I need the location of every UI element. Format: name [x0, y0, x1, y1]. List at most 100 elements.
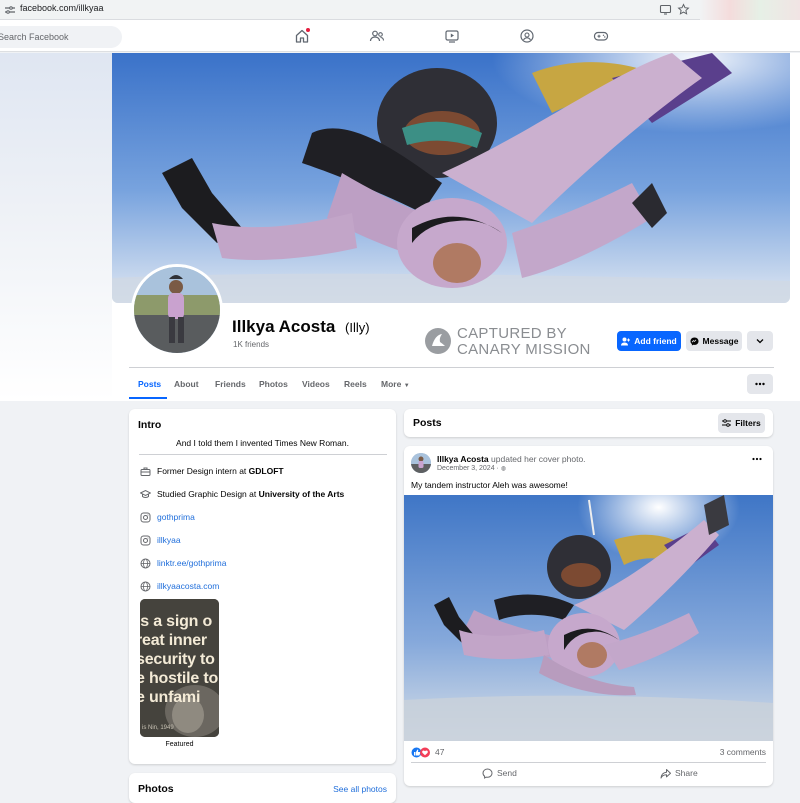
message-button[interactable]: Message	[686, 331, 742, 351]
featured-label: Featured	[165, 741, 194, 748]
left-background	[0, 53, 112, 401]
bookmark-star-icon[interactable]	[677, 3, 690, 16]
cast-icon[interactable]	[659, 3, 672, 16]
profile-more-button[interactable]	[747, 331, 773, 351]
url-text[interactable]: facebook.com/illkyaa	[20, 3, 104, 13]
featured-text-line-2: reat inner	[140, 632, 207, 649]
profile-avatar[interactable]	[131, 264, 223, 356]
tab-friends[interactable]: Friends	[215, 379, 246, 389]
reaction-count: 47	[435, 747, 445, 757]
add-friend-label: Add friend	[634, 336, 677, 346]
post-author-avatar[interactable]	[411, 453, 431, 473]
post-card: Illkya Acosta updated her cover photo. D…	[404, 446, 773, 786]
comments-count[interactable]: 3 comments	[720, 747, 766, 757]
post-date[interactable]: December 3, 2024 · ◍	[437, 465, 506, 472]
featured-text-line-3: security to	[140, 651, 215, 668]
messenger-icon	[482, 767, 493, 779]
post-author-name[interactable]: Illkya Acosta	[437, 454, 489, 464]
featured-story[interactable]: is a sign o reat inner security to e hos…	[140, 599, 219, 737]
website-link-2[interactable]: illkyaacosta.com	[157, 581, 219, 591]
post-date-text: December 3, 2024 ·	[437, 465, 499, 472]
canary-mission-logo-icon	[425, 328, 451, 354]
featured-text-line-4: e hostile to	[140, 670, 219, 687]
share-button[interactable]: Share	[660, 766, 698, 780]
tab-reels[interactable]: Reels	[344, 379, 367, 389]
post-divider	[411, 762, 766, 763]
friends-count[interactable]: 1K friends	[233, 340, 269, 349]
watermark-line2: CANARY MISSION	[457, 341, 591, 358]
message-label: Message	[702, 336, 739, 346]
intro-link-web-1: linktr.ee/gothprima	[140, 557, 226, 569]
post-header: Illkya Acosta updated her cover photo.	[437, 454, 586, 464]
search-input[interactable]	[0, 26, 122, 48]
featured-text-line-5: e unfami	[140, 689, 201, 706]
gaming-icon[interactable]	[593, 28, 609, 44]
facebook-top-nav	[0, 20, 800, 52]
globe-icon	[140, 581, 151, 591]
video-icon[interactable]	[444, 28, 460, 44]
site-settings-icon[interactable]	[4, 4, 16, 16]
work-org[interactable]: GDLOFT	[249, 466, 284, 476]
tab-more[interactable]: More ▼	[381, 379, 410, 389]
header-divider	[129, 367, 774, 368]
watermark-line1: CAPTURED BY	[457, 325, 567, 342]
intro-link-instagram: gothprima	[140, 511, 195, 523]
website-link-1[interactable]: linktr.ee/gothprima	[157, 558, 226, 568]
public-globe-icon: ◍	[500, 466, 507, 472]
messenger-icon	[690, 337, 699, 345]
tab-posts[interactable]: Posts	[138, 379, 161, 389]
briefcase-icon	[140, 467, 151, 476]
send-button[interactable]: Send	[482, 766, 517, 780]
share-arrow-icon	[660, 768, 671, 778]
friends-icon[interactable]	[369, 28, 385, 44]
work-prefix: Former Design intern at	[157, 466, 247, 476]
intro-card: Intro And I told them I invented Times N…	[129, 409, 396, 764]
edu-org[interactable]: University of the Arts	[259, 489, 345, 499]
extension-area	[700, 0, 800, 20]
like-love-reactions-icon	[411, 747, 430, 757]
browser-address-bar: facebook.com/illkyaa	[0, 0, 800, 20]
post-menu-icon[interactable]	[751, 455, 763, 463]
filters-label: Filters	[735, 418, 761, 428]
tab-photos[interactable]: Photos	[259, 379, 288, 389]
featured-caption: is Nin, 1949	[142, 725, 174, 731]
see-all-photos-link[interactable]: See all photos	[333, 784, 387, 794]
photos-card: Photos See all photos	[129, 773, 396, 803]
more-dots-icon	[755, 382, 765, 386]
posts-title: Posts	[413, 417, 442, 429]
send-label: Send	[497, 768, 517, 778]
tab-about[interactable]: About	[174, 379, 199, 389]
tabs-overflow-button[interactable]	[747, 374, 773, 394]
tab-more-label: More	[381, 379, 402, 389]
add-person-icon	[621, 337, 631, 345]
cover-photo[interactable]	[112, 53, 790, 303]
instagram-icon	[140, 535, 151, 545]
instagram-link-1[interactable]: gothprima	[157, 512, 195, 522]
post-action-text: updated her cover photo.	[491, 454, 586, 464]
intro-link-instagram-2: illkyaa	[140, 534, 181, 546]
groups-icon[interactable]	[519, 28, 535, 44]
posts-header-card: Posts Filters	[404, 409, 773, 437]
instagram-link-2[interactable]: illkyaa	[157, 535, 181, 545]
notification-dot	[306, 28, 310, 32]
share-label: Share	[675, 768, 698, 778]
graduation-cap-icon	[140, 489, 151, 498]
caret-down-icon: ▼	[403, 383, 410, 389]
profile-alternate-name: (Illy)	[345, 320, 370, 335]
intro-bio: And I told them I invented Times New Rom…	[176, 438, 349, 448]
reactions-summary[interactable]: 47	[411, 746, 444, 758]
intro-work: Former Design intern at GDLOFT	[140, 465, 284, 477]
post-text: My tandem instructor Aleh was awesome!	[411, 480, 568, 490]
featured-text-line-1: is a sign o	[140, 613, 213, 630]
post-image[interactable]	[404, 495, 773, 741]
tab-videos[interactable]: Videos	[302, 379, 330, 389]
globe-icon	[140, 558, 151, 568]
profile-name: Illkya Acosta	[232, 317, 336, 336]
intro-link-web-2: illkyaacosta.com	[140, 580, 219, 592]
filters-button[interactable]: Filters	[718, 413, 765, 433]
photos-title: Photos	[138, 783, 174, 795]
filter-sliders-icon	[722, 419, 732, 427]
active-tab-indicator	[129, 397, 167, 399]
add-friend-button[interactable]: Add friend	[617, 331, 681, 351]
intro-title: Intro	[138, 419, 162, 431]
